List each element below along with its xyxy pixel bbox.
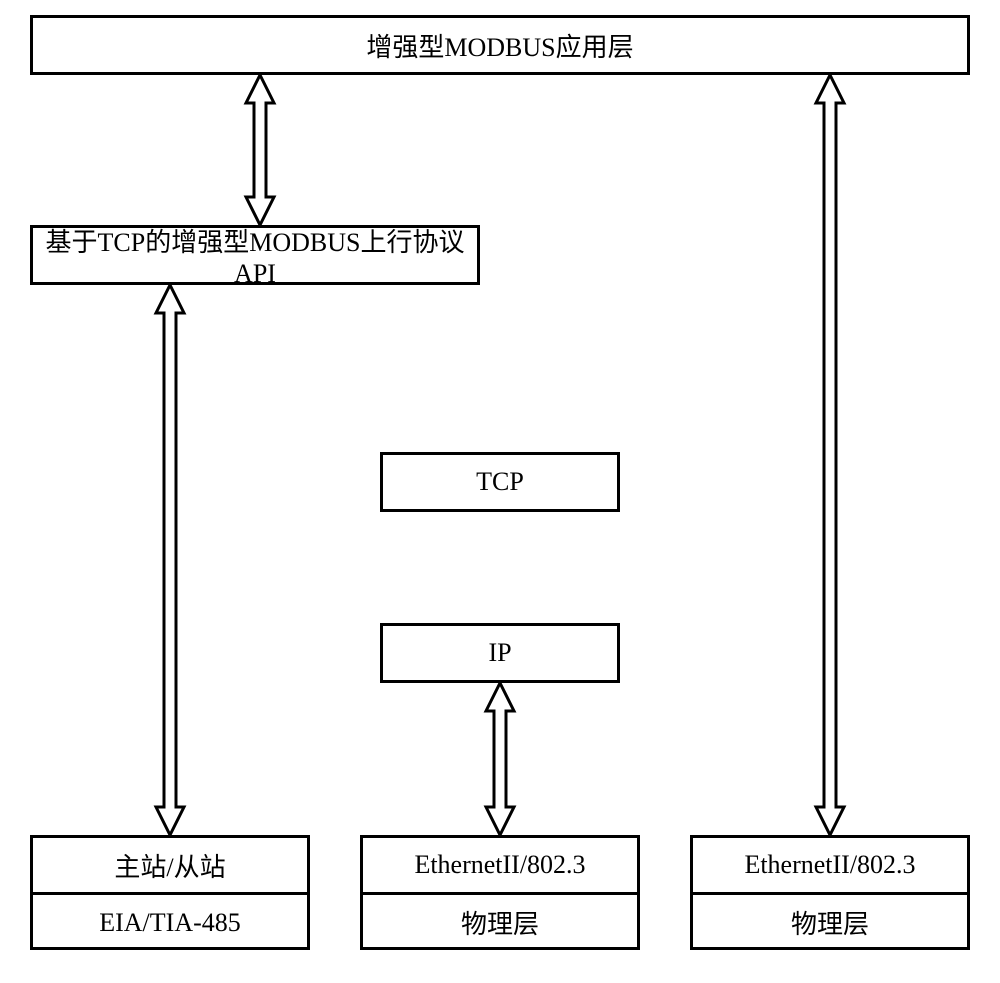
col1-stack: 主站/从站 EIA/TIA-485 xyxy=(30,835,310,950)
ip-box: IP xyxy=(380,623,620,683)
app-layer-label: 增强型MODBUS应用层 xyxy=(366,27,633,64)
app-layer-box: 增强型MODBUS应用层 xyxy=(30,15,970,75)
col1-top-label: 主站/从站 xyxy=(114,847,225,884)
ip-label: IP xyxy=(488,638,511,668)
api-box: 基于TCP的增强型MODBUS上行协议API xyxy=(30,225,480,285)
col3-bot-label: 物理层 xyxy=(791,904,869,941)
arrow-top-col3 xyxy=(812,75,848,835)
col3-bot-cell: 物理层 xyxy=(693,895,967,950)
col2-top-label: EthernetII/802.3 xyxy=(414,850,585,880)
col3-top-label: EthernetII/802.3 xyxy=(744,850,915,880)
col2-bot-label: 物理层 xyxy=(461,904,539,941)
tcp-label: TCP xyxy=(476,467,524,497)
api-label: 基于TCP的增强型MODBUS上行协议API xyxy=(33,222,477,289)
col3-top-cell: EthernetII/802.3 xyxy=(693,838,967,895)
col1-top-cell: 主站/从站 xyxy=(33,838,307,895)
tcp-box: TCP xyxy=(380,452,620,512)
col2-stack: EthernetII/802.3 物理层 xyxy=(360,835,640,950)
col2-top-cell: EthernetII/802.3 xyxy=(363,838,637,895)
col1-bot-cell: EIA/TIA-485 xyxy=(33,895,307,950)
arrow-api-col1 xyxy=(152,285,188,835)
arrow-ip-col2 xyxy=(482,683,518,835)
col1-bot-label: EIA/TIA-485 xyxy=(99,908,241,938)
arrow-top-api xyxy=(242,75,278,225)
col2-bot-cell: 物理层 xyxy=(363,895,637,950)
col3-stack: EthernetII/802.3 物理层 xyxy=(690,835,970,950)
